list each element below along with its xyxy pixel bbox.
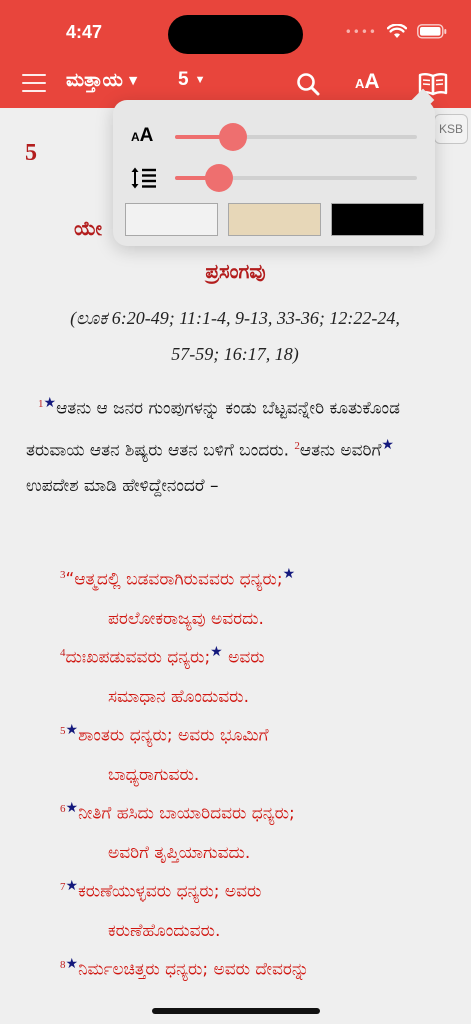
battery-icon	[417, 24, 447, 39]
verse-block[interactable]: 6★ನೀತಿಗೆ ಹಸಿದು ಬಾಯಾರಿದವರು ಧನ್ಯರು; ಅವರಿಗೆ…	[60, 789, 460, 873]
verse-paragraph: 1★ಆತನು ಆ ಜನರ ಗುಂಪುಗಳನ್ನು ಕಂಡು ಬೆಟ್ಟವನ್ನೇ…	[26, 385, 446, 504]
line-spacing-slider[interactable]	[175, 164, 417, 192]
status-icons: ••••	[345, 24, 447, 39]
chapter-number: 5	[178, 69, 189, 90]
font-size-row: AA	[113, 117, 435, 157]
cellular-signal-icon: ••••	[344, 24, 377, 39]
footnote-star-icon[interactable]: ★	[283, 566, 296, 582]
footnote-star-icon[interactable]: ★	[66, 722, 79, 738]
section-heading: ಪ್ರಸಂಗವು	[205, 259, 266, 283]
line-spacing-icon	[131, 166, 157, 195]
theme-sepia-swatch[interactable]	[228, 203, 321, 236]
chapter-selector[interactable]: 5 ▼	[178, 69, 205, 91]
section-heading-partial: ಯೇ	[74, 216, 102, 240]
book-name: ಮತ್ತಾಯ	[66, 69, 123, 91]
footnote-star-icon[interactable]: ★	[66, 800, 79, 816]
theme-swatches	[125, 203, 424, 236]
footnote-star-icon[interactable]: ★	[381, 437, 394, 453]
hamburger-icon[interactable]	[22, 74, 46, 94]
cross-reference: (ಲೂಕ 6:20-49; 11:1-4, 9-13, 33-36; 12:22…	[70, 308, 400, 364]
dynamic-island	[168, 15, 303, 54]
home-indicator	[152, 1008, 320, 1014]
text-size-icon[interactable]: AA	[355, 70, 380, 94]
verse-text[interactable]: ಉಪದೇಶ ಮಾಡಿ ಹೇಳಿದ್ದೇನಂದರೆ –	[26, 476, 218, 496]
font-size-icon: AA	[131, 125, 154, 146]
footnote-star-icon[interactable]: ★	[66, 878, 79, 894]
verse-block[interactable]: 7★ಕರುಣೆಯುಳ್ಳವರು ಧನ್ಯರು; ಅವರು ಕರುಣೆಹೊಂದುವ…	[60, 867, 460, 951]
chapter-heading-number: 5	[25, 140, 37, 166]
nav-bar: ಮತ್ತಾಯ ▼ 5 ▼ AA	[0, 66, 471, 104]
book-selector[interactable]: ಮತ್ತಾಯ ▼	[66, 69, 137, 91]
status-time: 4:47	[66, 22, 103, 42]
font-size-slider-thumb[interactable]	[219, 123, 248, 151]
verse-text[interactable]: ಆತನು ಅವರಿಗೆ	[300, 440, 381, 460]
wifi-icon	[387, 24, 407, 39]
font-size-slider[interactable]	[175, 123, 417, 151]
version-badge[interactable]: KSB	[434, 114, 468, 144]
verse-block[interactable]: 3“ಆತ್ಮದಲ್ಲಿ ಬಡವರಾಗಿರುವವರು ಧನ್ಯರು;★ ಪರಲೋಕ…	[60, 555, 460, 639]
app-header: 4:47 •••• ಮತ್ತಾಯ ▼ 5 ▼ AA	[0, 0, 471, 108]
display-settings-popover: AA	[113, 88, 435, 246]
theme-light-swatch[interactable]	[125, 203, 218, 236]
line-spacing-slider-thumb[interactable]	[204, 164, 233, 192]
search-icon[interactable]	[296, 72, 320, 100]
footnote-star-icon[interactable]: ★	[210, 644, 223, 660]
chevron-down-icon: ▼	[194, 74, 206, 86]
theme-dark-swatch[interactable]	[331, 203, 424, 236]
verse-block[interactable]: 8★ನಿರ್ಮಲಚಿತ್ತರು ಧನ್ಯರು; ಅವರು ದೇವರನ್ನು	[60, 945, 470, 990]
verse-block[interactable]: 5★ಶಾಂತರು ಧನ್ಯರು; ಅವರು ಭೂಮಿಗೆ ಬಾಧ್ಯರಾಗುವರ…	[60, 711, 460, 795]
line-spacing-row	[113, 158, 435, 198]
footnote-star-icon[interactable]: ★	[66, 956, 79, 972]
verse-block[interactable]: 4ದುಃಖಪಡುವವರು ಧನ್ಯರು;★ ಅವರು ಸಮಾಧಾನ ಹೊಂದುವ…	[60, 633, 460, 717]
footnote-star-icon[interactable]: ★	[44, 395, 57, 411]
chevron-down-icon: ▼	[128, 74, 138, 87]
